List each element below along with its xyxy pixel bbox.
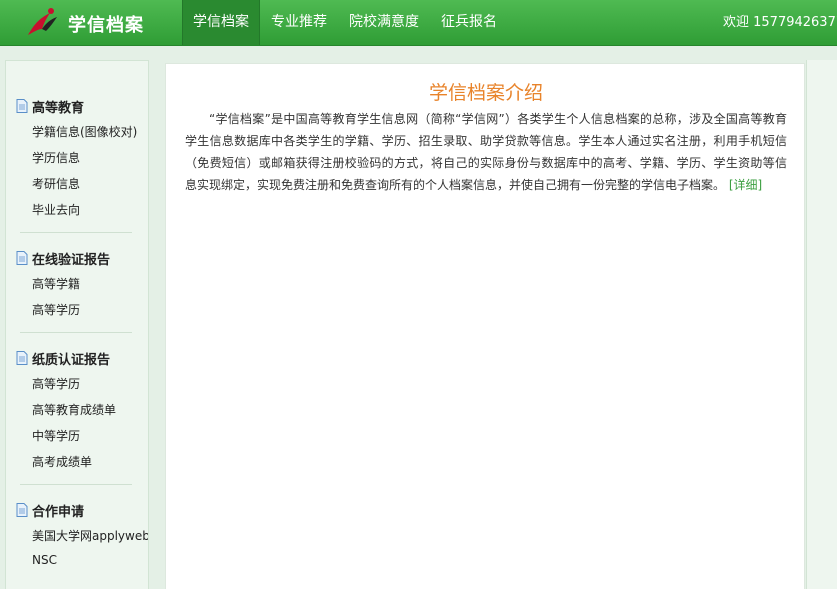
brand-title[interactable]: 学信档案 — [68, 11, 144, 37]
intro-text: “学信档案”是中国高等教育学生信息网（简称“学信网”）各类学生个人信息档案的总称… — [185, 112, 787, 192]
divider — [20, 232, 132, 233]
nav-conscription[interactable]: 征兵报名 — [430, 0, 508, 45]
sidebar-item-online-enrollment[interactable]: 高等学籍 — [32, 275, 80, 292]
welcome-user[interactable]: 欢迎 15779426377 ‹ — [723, 0, 837, 45]
section-header: 高等教育 — [16, 96, 84, 116]
section-title: 纸质认证报告 — [32, 352, 111, 368]
more-link[interactable]: [详细] — [729, 178, 762, 192]
sidebar-item-transcript[interactable]: 高等教育成绩单 — [32, 401, 116, 418]
section-header: 在线验证报告 — [16, 248, 110, 268]
document-icon — [16, 351, 28, 365]
intro-paragraph: “学信档案”是中国高等教育学生信息网（简称“学信网”）各类学生个人信息档案的总称… — [185, 108, 787, 196]
page-title: 学信档案介绍 — [428, 82, 543, 104]
main-nav: 学信档案 专业推荐 院校满意度 征兵报名 — [182, 0, 508, 45]
sidebar-item-applyweb[interactable]: 美国大学网applyweb — [32, 527, 148, 544]
sidebar-item-secondary-degree[interactable]: 中等学历 — [32, 427, 80, 444]
divider — [20, 332, 132, 333]
main-content: 学信档案介绍 “学信档案”是中国高等教育学生信息网（简称“学信网”）各类学生个人… — [165, 63, 805, 589]
sidebar-item-enrollment-info[interactable]: 学籍信息(图像校对) — [32, 123, 137, 140]
logo-icon — [28, 8, 57, 35]
section-title: 在线验证报告 — [32, 252, 111, 268]
sidebar-item-postgrad-info[interactable]: 考研信息 — [32, 175, 80, 192]
section-title: 高等教育 — [32, 100, 85, 116]
sidebar-item-nsc[interactable]: NSC — [32, 553, 57, 567]
right-panel — [806, 60, 837, 589]
section-header: 合作申请 — [16, 500, 84, 520]
sidebar-item-online-degree[interactable]: 高等学历 — [32, 301, 80, 318]
section-header: 纸质认证报告 — [16, 348, 110, 368]
document-icon — [16, 99, 28, 113]
divider — [20, 484, 132, 485]
sidebar-item-gaokao-scores[interactable]: 高考成绩单 — [32, 453, 92, 470]
sidebar-item-paper-degree[interactable]: 高等学历 — [32, 375, 80, 392]
section-title: 合作申请 — [32, 504, 85, 520]
document-icon — [16, 503, 28, 517]
nav-major-recommend[interactable]: 专业推荐 — [260, 0, 338, 45]
top-header: 学信档案 学信档案 专业推荐 院校满意度 征兵报名 欢迎 15779426377… — [0, 0, 837, 46]
nav-school-satisfaction[interactable]: 院校满意度 — [338, 0, 430, 45]
sidebar: 高等教育 学籍信息(图像校对) 学历信息 考研信息 毕业去向 在线验证报告 高等… — [5, 60, 149, 589]
sidebar-item-graduation-destination[interactable]: 毕业去向 — [32, 201, 80, 218]
nav-xuexin-dangan[interactable]: 学信档案 — [182, 0, 260, 45]
sidebar-item-degree-info[interactable]: 学历信息 — [32, 149, 80, 166]
document-icon — [16, 251, 28, 265]
